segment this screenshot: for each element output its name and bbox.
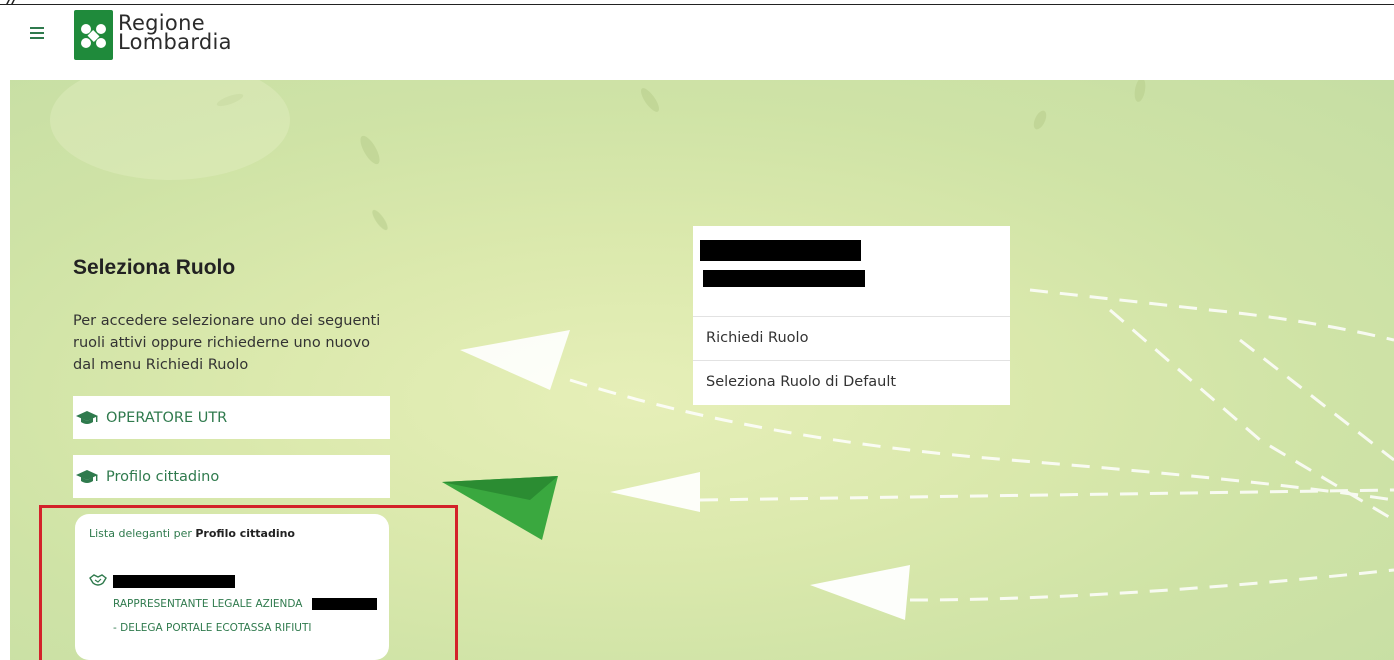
highlight-annotation-box — [39, 505, 458, 660]
role-button-profilo-cittadino[interactable]: Profilo cittadino — [73, 455, 390, 498]
user-menu-card: Richiedi Ruolo Seleziona Ruolo di Defaul… — [693, 226, 1010, 405]
logo-text[interactable]: Regione Lombardia — [118, 13, 232, 54]
menu-item-seleziona-ruolo-default[interactable]: Seleziona Ruolo di Default — [706, 374, 896, 390]
logo-line2: Lombardia — [118, 30, 232, 54]
graduation-cap-icon — [76, 469, 98, 483]
page-description: Per accedere selezionare uno dei seguent… — [73, 313, 381, 373]
page-title: Seleziona Ruolo — [73, 256, 236, 279]
regione-lombardia-logo-icon[interactable] — [74, 10, 113, 60]
role-label: Profilo cittadino — [106, 468, 220, 485]
role-button-operatore-utr[interactable]: OPERATORE UTR — [73, 396, 390, 439]
menu-divider — [693, 316, 1010, 317]
redacted-user-detail — [703, 270, 865, 287]
menu-divider — [693, 360, 1010, 361]
graduation-cap-icon — [76, 410, 98, 424]
hamburger-menu-icon[interactable] — [30, 27, 44, 41]
role-label: OPERATORE UTR — [106, 409, 228, 426]
menu-item-richiedi-ruolo[interactable]: Richiedi Ruolo — [706, 330, 808, 346]
redacted-user-name — [700, 240, 861, 261]
site-header: Regione Lombardia — [0, 5, 1394, 80]
